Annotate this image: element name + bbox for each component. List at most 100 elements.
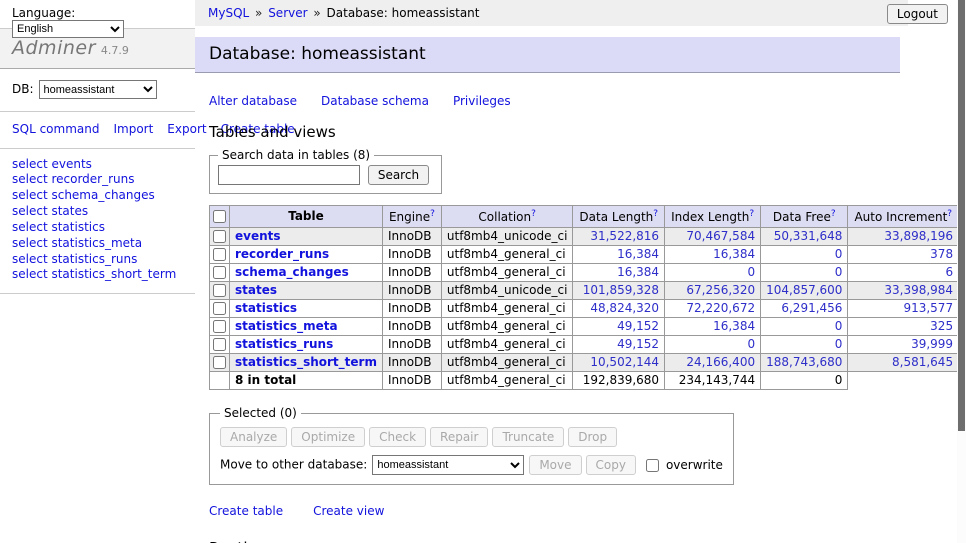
- move-button[interactable]: Move: [529, 455, 581, 475]
- database-nav-link[interactable]: Alter database: [209, 94, 297, 108]
- table-row: schema_changesInnoDButf8mb4_general_ci16…: [210, 264, 966, 282]
- breadcrumb-current: Database: homeassistant: [327, 6, 480, 20]
- table-name-link[interactable]: statistics: [235, 301, 297, 315]
- column-hint-link[interactable]: ?: [749, 209, 754, 219]
- table-name-link[interactable]: states: [235, 283, 277, 297]
- search-legend: Search data in tables (8): [218, 148, 374, 162]
- select-all-checkbox[interactable]: [213, 210, 226, 223]
- create-link[interactable]: Create table: [209, 504, 283, 518]
- sidebar-table-link[interactable]: select recorder_runs: [12, 172, 183, 188]
- sidebar-table-link[interactable]: select statistics: [12, 220, 183, 236]
- breadcrumb-link[interactable]: Server: [268, 6, 307, 20]
- cell-data-free: 0: [761, 264, 848, 282]
- cell-table-name: statistics_runs: [230, 336, 383, 354]
- cell-auto-increment: 378: [848, 246, 959, 264]
- database-nav-link[interactable]: Privileges: [453, 94, 511, 108]
- row-checkbox[interactable]: [213, 320, 226, 333]
- column-hint-link[interactable]: ?: [831, 209, 836, 219]
- row-checkbox[interactable]: [213, 248, 226, 261]
- row-checkbox-cell: [210, 264, 230, 282]
- sidebar-table-link[interactable]: select statistics_short_term: [12, 267, 183, 283]
- table-total-row: 8 in totalInnoDButf8mb4_general_ci192,83…: [210, 372, 966, 390]
- row-checkbox-cell: [210, 354, 230, 372]
- cell-data-free: 50,331,648: [761, 228, 848, 246]
- column-header-collation: Collation?: [441, 206, 573, 228]
- sidebar: Language:English Adminer4.7.9 DB:homeass…: [0, 0, 195, 543]
- check-button[interactable]: Check: [369, 427, 426, 447]
- move-db-select[interactable]: homeassistant: [372, 455, 524, 475]
- column-hint-link[interactable]: ?: [430, 209, 435, 219]
- language-select[interactable]: English: [12, 20, 124, 38]
- sidebar-table-link[interactable]: select statistics_runs: [12, 252, 183, 268]
- table-row: statesInnoDButf8mb4_unicode_ci101,859,32…: [210, 282, 966, 300]
- column-header-table: Table: [230, 206, 383, 228]
- database-nav-link[interactable]: Database schema: [321, 94, 429, 108]
- sidebar-action-link[interactable]: SQL command: [12, 122, 99, 136]
- column-hint-link[interactable]: ?: [531, 209, 536, 219]
- row-checkbox-cell: [210, 300, 230, 318]
- create-links: Create table Create view: [209, 504, 966, 518]
- table-row: statisticsInnoDButf8mb4_general_ci48,824…: [210, 300, 966, 318]
- logout-button[interactable]: Logout: [887, 4, 948, 24]
- cell-data-length: 16,384: [573, 246, 665, 264]
- total-engine: InnoDB: [382, 372, 441, 390]
- cell-table-name: events: [230, 228, 383, 246]
- overwrite-checkbox[interactable]: [646, 459, 659, 472]
- search-input[interactable]: [218, 165, 360, 185]
- table-row: eventsInnoDButf8mb4_unicode_ci31,522,816…: [210, 228, 966, 246]
- cell-engine: InnoDB: [382, 318, 441, 336]
- move-row: Move to other database: homeassistantMove…: [220, 455, 723, 475]
- db-selector-row: DB:homeassistant: [0, 69, 195, 112]
- column-hint-link[interactable]: ?: [653, 209, 658, 219]
- table-name-link[interactable]: events: [235, 229, 281, 243]
- cell-engine: InnoDB: [382, 228, 441, 246]
- optimize-button[interactable]: Optimize: [291, 427, 365, 447]
- row-checkbox-cell: [210, 336, 230, 354]
- cell-table-name: recorder_runs: [230, 246, 383, 264]
- row-checkbox[interactable]: [213, 356, 226, 369]
- row-checkbox[interactable]: [213, 230, 226, 243]
- row-checkbox[interactable]: [213, 338, 226, 351]
- table-name-link[interactable]: statistics_runs: [235, 337, 333, 351]
- table-row: statistics_short_termInnoDButf8mb4_gener…: [210, 354, 966, 372]
- row-checkbox[interactable]: [213, 284, 226, 297]
- table-name-link[interactable]: recorder_runs: [235, 247, 329, 261]
- cell-table-name: statistics_short_term: [230, 354, 383, 372]
- move-label: Move to other database:: [220, 458, 367, 472]
- breadcrumb-link[interactable]: MySQL: [208, 6, 249, 20]
- cell-data-length: 48,824,320: [573, 300, 665, 318]
- main-content: MySQL » Server » Database: homeassistant…: [195, 0, 966, 543]
- row-checkbox[interactable]: [213, 302, 226, 315]
- sidebar-table-link[interactable]: select events: [12, 157, 183, 173]
- copy-button[interactable]: Copy: [586, 455, 636, 475]
- row-checkbox[interactable]: [213, 266, 226, 279]
- cell-data-length: 49,152: [573, 336, 665, 354]
- sidebar-table-link[interactable]: select states: [12, 204, 183, 220]
- search-button[interactable]: Search: [368, 165, 429, 185]
- cell-data-free: 6,291,456: [761, 300, 848, 318]
- sidebar-action-link[interactable]: Import: [113, 122, 153, 136]
- truncate-button[interactable]: Truncate: [492, 427, 564, 447]
- language-row: Language:English: [0, 0, 195, 28]
- tables-heading: Tables and views: [209, 123, 966, 141]
- table-name-link[interactable]: schema_changes: [235, 265, 349, 279]
- db-select[interactable]: homeassistant: [39, 80, 157, 99]
- sidebar-table-link[interactable]: select statistics_meta: [12, 236, 183, 252]
- analyze-button[interactable]: Analyze: [220, 427, 287, 447]
- cell-data-free: 104,857,600: [761, 282, 848, 300]
- scrollbar-thumb[interactable]: [958, 0, 965, 431]
- create-link[interactable]: Create view: [313, 504, 384, 518]
- cell-engine: InnoDB: [382, 336, 441, 354]
- sidebar-table-link[interactable]: select schema_changes: [12, 188, 183, 204]
- cell-auto-increment: 39,999: [848, 336, 959, 354]
- column-hint-link[interactable]: ?: [947, 209, 952, 219]
- table-name-link[interactable]: statistics_short_term: [235, 355, 377, 369]
- drop-button[interactable]: Drop: [568, 427, 617, 447]
- column-header-index-length: Index Length?: [665, 206, 761, 228]
- cell-auto-increment: 33,398,984: [848, 282, 959, 300]
- cell-data-free: 0: [761, 246, 848, 264]
- table-name-link[interactable]: statistics_meta: [235, 319, 338, 333]
- repair-button[interactable]: Repair: [430, 427, 488, 447]
- vertical-scrollbar[interactable]: [957, 0, 966, 543]
- breadcrumb-separator: »: [310, 6, 325, 20]
